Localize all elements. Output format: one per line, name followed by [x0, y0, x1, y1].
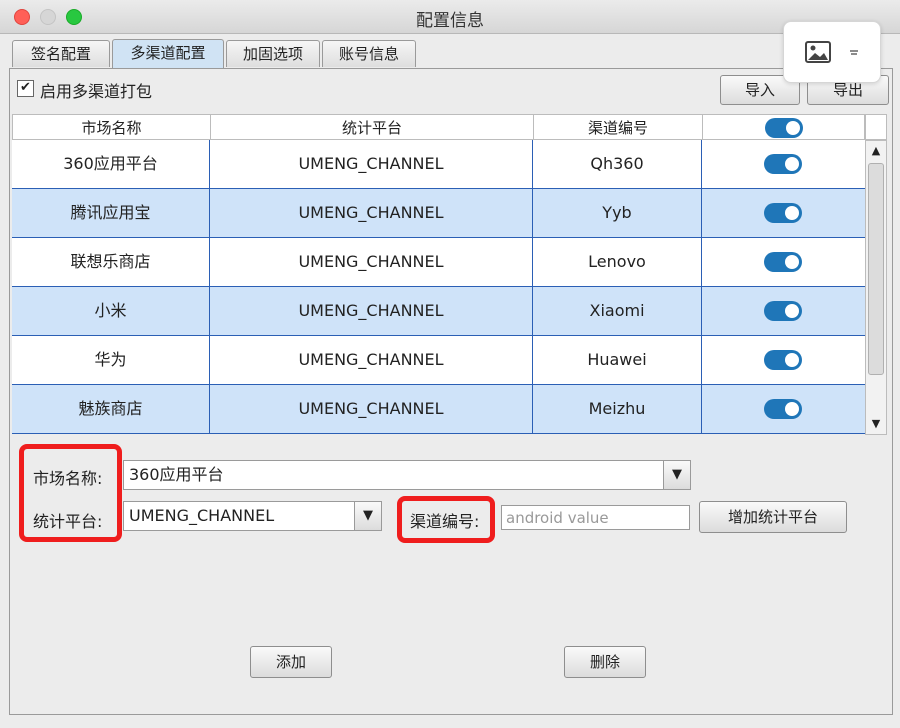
- title-bar: 配置信息: [0, 0, 900, 34]
- table-row[interactable]: 腾讯应用宝 UMENG_CHANNEL Yyb: [12, 189, 865, 238]
- platform-select[interactable]: UMENG_CHANNEL ▼: [123, 501, 382, 531]
- channel-cell: Yyb: [533, 189, 702, 237]
- table-header: 市场名称 统计平台 渠道编号: [12, 114, 866, 141]
- platform-cell: UMENG_CHANNEL: [210, 140, 533, 188]
- enabled-toggle[interactable]: [764, 399, 802, 419]
- tab-hardening[interactable]: 加固选项: [226, 40, 320, 67]
- channel-cell: Xiaomi: [533, 287, 702, 335]
- platform-cell: UMENG_CHANNEL: [210, 238, 533, 286]
- market-cell: 魅族商店: [12, 385, 210, 433]
- image-toolbar-overlay[interactable]: [783, 21, 881, 83]
- chevron-down-icon[interactable]: ▼: [663, 461, 690, 489]
- market-select-value: 360应用平台: [129, 465, 224, 484]
- market-cell: 小米: [12, 287, 210, 335]
- add-button[interactable]: 添加: [250, 646, 332, 678]
- enabled-toggle[interactable]: [764, 203, 802, 223]
- image-icon: [805, 41, 858, 63]
- window-title: 配置信息: [416, 11, 484, 31]
- enabled-toggle[interactable]: [764, 350, 802, 370]
- add-platform-button[interactable]: 增加统计平台: [699, 501, 847, 533]
- enabled-toggle[interactable]: [764, 252, 802, 272]
- table-header-corner: [865, 114, 887, 140]
- table-row[interactable]: 小米 UMENG_CHANNEL Xiaomi: [12, 287, 865, 336]
- toggle-all-switch[interactable]: [765, 118, 803, 138]
- enable-multichannel-label: 启用多渠道打包: [40, 82, 153, 101]
- table-scrollbar[interactable]: ▲ ▼: [865, 140, 887, 435]
- channel-cell: Lenovo: [533, 238, 702, 286]
- market-cell: 腾讯应用宝: [12, 189, 210, 237]
- platform-cell: UMENG_CHANNEL: [210, 385, 533, 433]
- scroll-up-icon[interactable]: ▲: [870, 145, 882, 156]
- column-header-market[interactable]: 市场名称: [13, 115, 211, 141]
- platform-cell: UMENG_CHANNEL: [210, 189, 533, 237]
- column-header-enabled[interactable]: [703, 115, 866, 141]
- enabled-toggle[interactable]: [764, 154, 802, 174]
- table-row[interactable]: 华为 UMENG_CHANNEL Huawei: [12, 336, 865, 385]
- highlight-box-channel-label: [397, 496, 495, 543]
- channel-input[interactable]: [501, 505, 690, 530]
- column-header-channel[interactable]: 渠道编号: [534, 115, 703, 141]
- enabled-toggle[interactable]: [764, 301, 802, 321]
- market-cell: 联想乐商店: [12, 238, 210, 286]
- highlight-box-labels: [19, 444, 122, 542]
- platform-cell: UMENG_CHANNEL: [210, 336, 533, 384]
- chevron-down-icon[interactable]: ▼: [354, 502, 381, 530]
- column-header-platform[interactable]: 统计平台: [211, 115, 534, 141]
- tab-multichannel[interactable]: 多渠道配置: [112, 39, 224, 68]
- platform-select-value: UMENG_CHANNEL: [129, 506, 275, 525]
- tab-account[interactable]: 账号信息: [322, 40, 416, 67]
- checkmark-icon: ✔: [20, 80, 31, 95]
- scrollbar-thumb[interactable]: [868, 163, 884, 375]
- table-row[interactable]: 360应用平台 UMENG_CHANNEL Qh360: [12, 140, 865, 189]
- platform-cell: UMENG_CHANNEL: [210, 287, 533, 335]
- dropdown-icon: [850, 50, 858, 55]
- tab-signing[interactable]: 签名配置: [12, 40, 110, 67]
- channel-text-field[interactable]: [502, 506, 689, 529]
- market-cell: 华为: [12, 336, 210, 384]
- table-row[interactable]: 联想乐商店 UMENG_CHANNEL Lenovo: [12, 238, 865, 287]
- delete-button[interactable]: 删除: [564, 646, 646, 678]
- market-cell: 360应用平台: [12, 140, 210, 188]
- channel-cell: Meizhu: [533, 385, 702, 433]
- channel-cell: Huawei: [533, 336, 702, 384]
- table-row[interactable]: 魅族商店 UMENG_CHANNEL Meizhu: [12, 385, 865, 434]
- scroll-down-icon[interactable]: ▼: [870, 418, 882, 429]
- enable-multichannel-checkbox[interactable]: ✔: [17, 80, 34, 97]
- market-select[interactable]: 360应用平台 ▼: [123, 460, 691, 490]
- channel-cell: Qh360: [533, 140, 702, 188]
